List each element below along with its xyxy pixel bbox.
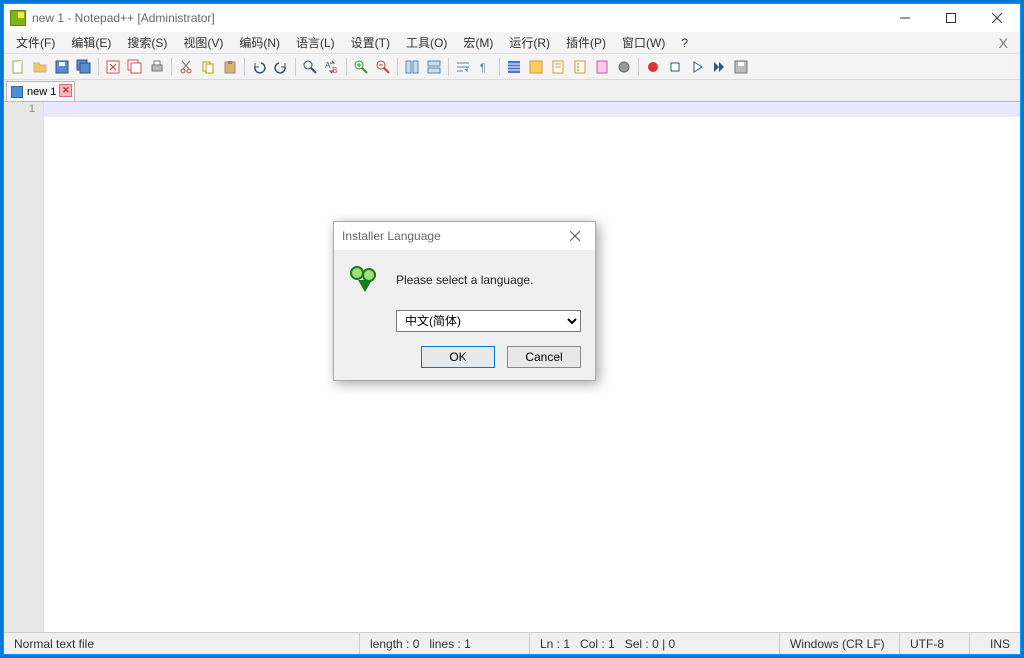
menu-plugins[interactable]: 插件(P): [558, 32, 614, 53]
function-list-icon[interactable]: [592, 57, 612, 77]
dialog-close-button[interactable]: [563, 226, 587, 246]
close-button[interactable]: [974, 4, 1020, 32]
menubar-close-button[interactable]: X: [991, 35, 1016, 51]
close-all-icon[interactable]: [125, 57, 145, 77]
minimize-button[interactable]: [882, 4, 928, 32]
stop-macro-icon[interactable]: [665, 57, 685, 77]
status-eol[interactable]: Windows (CR LF): [780, 633, 900, 654]
toolbar: AB ¶: [4, 54, 1020, 80]
menu-settings[interactable]: 设置(T): [343, 32, 398, 53]
sync-v-icon[interactable]: [402, 57, 422, 77]
statusbar: Normal text file length : 0 lines : 1 Ln…: [4, 632, 1020, 654]
show-all-chars-icon[interactable]: ¶: [475, 57, 495, 77]
undo-icon[interactable]: [249, 57, 269, 77]
redo-icon[interactable]: [271, 57, 291, 77]
doc-map-icon[interactable]: [548, 57, 568, 77]
menu-encoding[interactable]: 编码(N): [231, 32, 288, 53]
menu-edit[interactable]: 编辑(E): [63, 32, 119, 53]
svg-text:A: A: [325, 61, 331, 70]
menu-help[interactable]: ?: [673, 34, 696, 52]
zoom-out-icon[interactable]: [373, 57, 393, 77]
menu-macro[interactable]: 宏(M): [455, 32, 501, 53]
current-line: [44, 102, 1020, 117]
tab-new-1[interactable]: new 1 ✕: [6, 81, 75, 101]
dialog-titlebar: Installer Language: [334, 222, 595, 250]
line-number: 1: [4, 103, 35, 115]
window-title: new 1 - Notepad++ [Administrator]: [32, 11, 215, 25]
tabbar: new 1 ✕: [4, 80, 1020, 102]
save-all-icon[interactable]: [74, 57, 94, 77]
menubar: 文件(F) 编辑(E) 搜索(S) 视图(V) 编码(N) 语言(L) 设置(T…: [4, 32, 1020, 54]
menu-search[interactable]: 搜索(S): [119, 32, 175, 53]
status-position: Ln : 1 Col : 1 Sel : 0 | 0: [530, 633, 780, 654]
folder-workspace-icon[interactable]: [614, 57, 634, 77]
open-file-icon[interactable]: [30, 57, 50, 77]
installer-language-dialog: Installer Language Please select a langu…: [333, 221, 596, 381]
status-length-lines: length : 0 lines : 1: [360, 633, 530, 654]
record-macro-icon[interactable]: [643, 57, 663, 77]
menu-tools[interactable]: 工具(O): [398, 32, 455, 53]
doc-list-icon[interactable]: [570, 57, 590, 77]
status-encoding[interactable]: UTF-8: [900, 633, 970, 654]
indent-guide-icon[interactable]: [504, 57, 524, 77]
menu-run[interactable]: 运行(R): [501, 32, 558, 53]
titlebar: new 1 - Notepad++ [Administrator]: [4, 4, 1020, 32]
dialog-message: Please select a language.: [396, 273, 533, 287]
installer-icon: [348, 264, 380, 296]
maximize-button[interactable]: [928, 4, 974, 32]
cut-icon[interactable]: [176, 57, 196, 77]
sync-h-icon[interactable]: [424, 57, 444, 77]
zoom-in-icon[interactable]: [351, 57, 371, 77]
save-icon[interactable]: [52, 57, 72, 77]
status-filetype: Normal text file: [4, 633, 360, 654]
copy-icon[interactable]: [198, 57, 218, 77]
ok-button[interactable]: OK: [421, 346, 495, 368]
play-multi-macro-icon[interactable]: [709, 57, 729, 77]
app-icon: [10, 10, 26, 26]
cancel-button[interactable]: Cancel: [507, 346, 581, 368]
wrap-icon[interactable]: [453, 57, 473, 77]
tab-close-icon[interactable]: ✕: [59, 84, 72, 97]
close-file-icon[interactable]: [103, 57, 123, 77]
status-ins[interactable]: INS: [970, 633, 1020, 654]
svg-text:¶: ¶: [480, 62, 486, 74]
new-file-icon[interactable]: [8, 57, 28, 77]
print-icon[interactable]: [147, 57, 167, 77]
menu-view[interactable]: 视图(V): [175, 32, 231, 53]
dialog-title: Installer Language: [342, 229, 441, 243]
save-macro-icon[interactable]: [731, 57, 751, 77]
tab-label: new 1: [27, 86, 56, 98]
menu-language[interactable]: 语言(L): [288, 32, 343, 53]
menu-file[interactable]: 文件(F): [8, 32, 63, 53]
file-tab-icon: [11, 86, 23, 98]
line-gutter: 1: [4, 102, 44, 632]
language-select[interactable]: 中文(简体): [396, 310, 581, 332]
menu-window[interactable]: 窗口(W): [614, 32, 673, 53]
paste-icon[interactable]: [220, 57, 240, 77]
find-icon[interactable]: [300, 57, 320, 77]
play-macro-icon[interactable]: [687, 57, 707, 77]
udl-icon[interactable]: [526, 57, 546, 77]
replace-icon[interactable]: AB: [322, 57, 342, 77]
